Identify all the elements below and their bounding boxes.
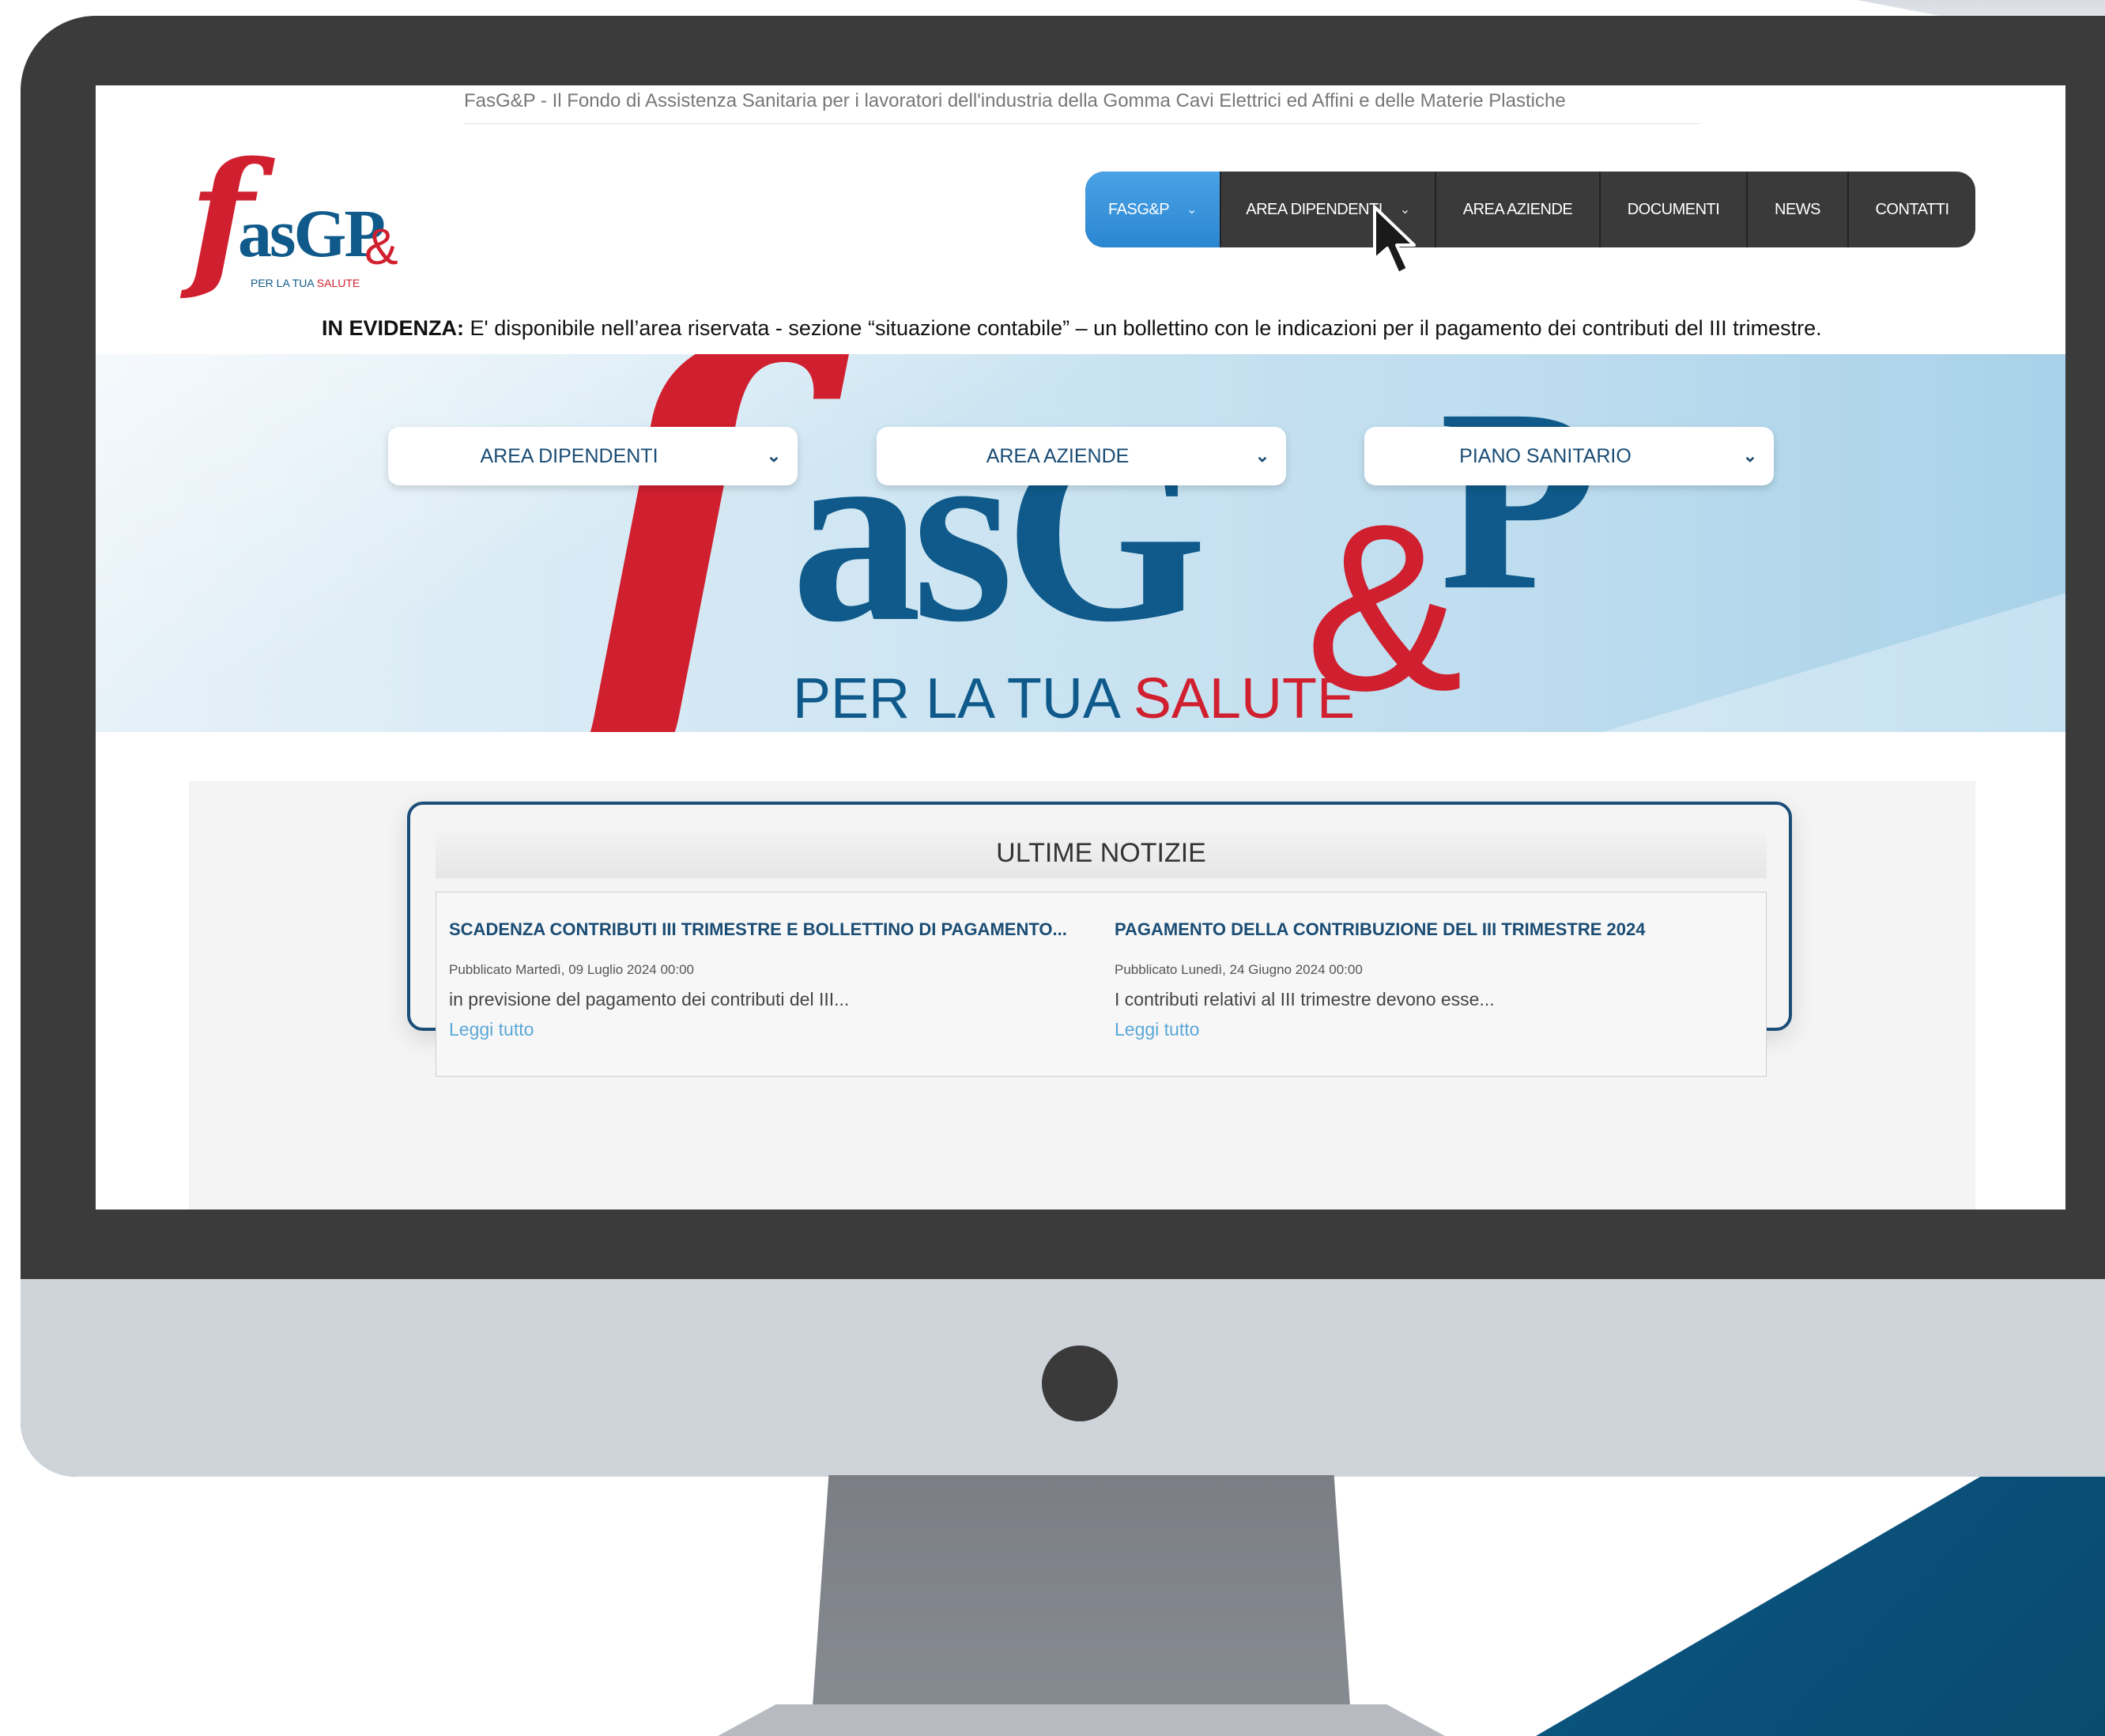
nav-label: FASG&P bbox=[1108, 200, 1170, 218]
site-tagline: FasG&P - Il Fondo di Assistenza Sanitari… bbox=[464, 90, 1566, 111]
announcement-label: IN EVIDENZA: bbox=[322, 316, 465, 340]
nav-item-news[interactable]: NEWS bbox=[1748, 172, 1849, 247]
news-article-excerpt: I contributi relativi al III trimestre d… bbox=[1115, 989, 1495, 1010]
news-article-date: Pubblicato Lunedì, 24 Giugno 2024 00:00 bbox=[1115, 962, 1363, 977]
website-screen: FasG&P - Il Fondo di Assistenza Sanitari… bbox=[96, 85, 2065, 1210]
dropdown-label: AREA DIPENDENTI bbox=[480, 444, 658, 467]
nav-label: NEWS bbox=[1775, 200, 1821, 218]
news-article-title[interactable]: PAGAMENTO DELLA CONTRIBUZIONE DEL III TR… bbox=[1115, 919, 1645, 940]
nav-label: AREA DIPENDENTI bbox=[1246, 200, 1383, 218]
logo-text: asGP bbox=[238, 199, 386, 267]
read-more-link[interactable]: Leggi tutto bbox=[1115, 1019, 1199, 1040]
logo-subtitle: PER LA TUA SALUTE bbox=[251, 277, 360, 289]
announcement-bar: IN EVIDENZA: E' disponibile nell’area ri… bbox=[322, 316, 1822, 341]
dropdown-piano-sanitario[interactable]: PIANO SANITARIO ⌄ bbox=[1364, 427, 1774, 485]
monitor-base bbox=[718, 1704, 1445, 1736]
nav-label: DOCUMENTI bbox=[1627, 200, 1720, 218]
dropdown-area-aziende[interactable]: AREA AZIENDE ⌄ bbox=[877, 427, 1286, 485]
news-article-excerpt: in previsione del pagamento dei contribu… bbox=[449, 989, 850, 1010]
logo-text-as: asG bbox=[238, 195, 346, 271]
divider bbox=[464, 123, 1700, 124]
hero-logo-f: f bbox=[570, 354, 781, 732]
news-article-date: Pubblicato Martedì, 09 Luglio 2024 00:00 bbox=[449, 962, 695, 977]
hero-sub-red: SALUTE bbox=[1133, 667, 1355, 730]
site-logo[interactable]: f asGP & PER LA TUA SALUTE bbox=[189, 142, 458, 300]
nav-item-fasgp[interactable]: FASG&P ⌄ bbox=[1085, 172, 1221, 247]
logo-sub-red: SALUTE bbox=[316, 277, 360, 289]
read-more-link[interactable]: Leggi tutto bbox=[449, 1019, 534, 1040]
news-list: SCADENZA CONTRIBUTI III TRIMESTRE E BOLL… bbox=[436, 892, 1767, 1077]
chevron-down-icon: ⌄ bbox=[766, 446, 782, 466]
news-title: ULTIME NOTIZIE bbox=[996, 838, 1206, 868]
chevron-down-icon: ⌄ bbox=[1186, 203, 1197, 217]
chevron-down-icon: ⌄ bbox=[1742, 446, 1758, 466]
dropdown-area-dipendenti[interactable]: AREA DIPENDENTI ⌄ bbox=[388, 427, 798, 485]
hero-logo-p: P bbox=[1439, 356, 1599, 644]
announcement-text: E' disponibile nell’area riservata - sez… bbox=[470, 316, 1822, 340]
chevron-down-icon: ⌄ bbox=[1254, 446, 1270, 466]
nav-item-documenti[interactable]: DOCUMENTI bbox=[1601, 172, 1748, 247]
hero-sub-blue: PER LA TUA bbox=[793, 667, 1134, 730]
nav-label: CONTATTI bbox=[1875, 200, 1949, 218]
nav-item-contatti[interactable]: CONTATTI bbox=[1849, 172, 1975, 247]
nav-label: AREA AZIENDE bbox=[1462, 200, 1573, 218]
hero-logo-subtitle: PER LA TUA SALUTE bbox=[793, 670, 1355, 727]
hero-banner: f asG P & PER LA TUA SALUTE bbox=[96, 354, 2065, 732]
logo-sub-blue: PER LA TUA bbox=[251, 277, 317, 289]
dropdown-label: PIANO SANITARIO bbox=[1459, 444, 1632, 467]
dropdown-label: AREA AZIENDE bbox=[986, 444, 1130, 467]
news-article-title[interactable]: SCADENZA CONTRIBUTI III TRIMESTRE E BOLL… bbox=[449, 919, 1067, 940]
mouse-cursor-icon bbox=[1373, 206, 1416, 275]
monitor-stand bbox=[813, 1475, 1350, 1706]
camera-icon bbox=[1042, 1345, 1118, 1421]
main-nav: FASG&P ⌄ AREA DIPENDENTI ⌄ AREA AZIENDE … bbox=[1085, 172, 1975, 247]
logo-ampersand: & bbox=[364, 218, 398, 275]
nav-item-area-aziende[interactable]: AREA AZIENDE bbox=[1436, 172, 1601, 247]
